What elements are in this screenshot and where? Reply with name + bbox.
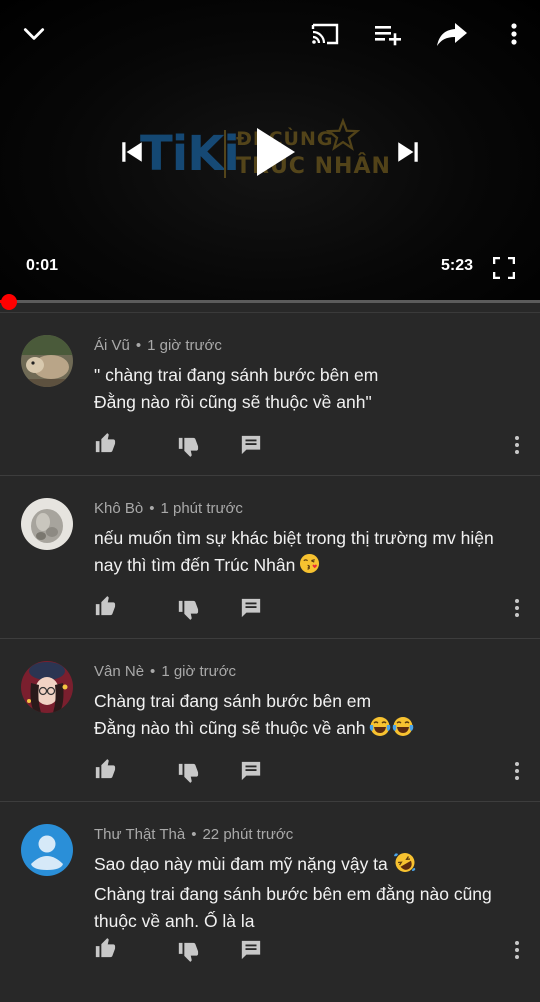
comment-text: Sao dạo này mùi đam mỹ nặng vậy ta Chàng… <box>94 851 524 935</box>
avatar[interactable] <box>21 335 73 387</box>
comment-line: Sao dạo này mùi đam mỹ nặng vậy ta <box>94 854 388 874</box>
comment-line: Chàng trai đang sánh bước bên em đằng nà… <box>94 884 492 904</box>
comment-line: Đằng nào thì cũng sẽ thuộc về anh <box>94 718 366 738</box>
thumb-down-icon[interactable] <box>176 940 200 964</box>
thumb-down-icon[interactable] <box>176 435 200 459</box>
video-player[interactable]: TiKi ĐI CÙNG TRÚC NHÂN 0:01 5:23 <box>0 0 540 302</box>
reply-comment-icon[interactable] <box>239 759 263 783</box>
comments-list: Ái Vũ • 1 giờ trước " chàng trai đang sánh… <box>0 312 540 1002</box>
comment-meta: Thư Thật Thà • 22 phút trước <box>94 826 294 843</box>
kissing-face-emoji <box>299 553 320 582</box>
comment-text: nếu muốn tìm sự khác biệt trong thị trườ… <box>94 525 524 582</box>
star-icon <box>326 118 360 151</box>
cast-icon[interactable] <box>305 14 345 54</box>
comment-time: 1 giờ trước <box>147 337 222 354</box>
tears-of-joy-emoji <box>369 716 391 745</box>
brand-divider <box>224 130 226 178</box>
avatar[interactable] <box>21 498 73 550</box>
play-icon[interactable] <box>246 124 302 180</box>
avatar[interactable] <box>21 824 73 876</box>
comment-line: nếu muốn tìm sự khác biệt trong thị trườ… <box>94 528 494 548</box>
comment-author[interactable]: Vân Nè <box>94 663 144 680</box>
comment-item: Ái Vũ • 1 giờ trước " chàng trai đang sánh… <box>0 313 540 476</box>
chevron-down-icon[interactable] <box>14 14 54 54</box>
rofl-emoji <box>393 852 416 881</box>
video-duration: 5:23 <box>441 257 474 274</box>
reply-comment-icon[interactable] <box>239 938 263 962</box>
skip-next-icon[interactable] <box>392 136 424 168</box>
comment-author[interactable]: Ái Vũ <box>94 337 130 354</box>
comment-text: " chàng trai đang sánh bước bên em Đằng … <box>94 362 524 416</box>
comment-line: Đằng nào rồi cũng sẽ thuộc về anh" <box>94 392 372 412</box>
comment-line: " chàng trai đang sánh bước bên em <box>94 365 379 385</box>
skip-previous-icon[interactable] <box>116 136 148 168</box>
tears-of-joy-emoji <box>392 716 414 745</box>
fullscreen-icon[interactable] <box>490 254 518 282</box>
comment-line: Chàng trai đang sánh bước bên em <box>94 691 372 711</box>
reply-comment-icon[interactable] <box>239 433 263 457</box>
reply-comment-icon[interactable] <box>239 596 263 620</box>
share-icon[interactable] <box>432 14 472 54</box>
comment-author[interactable]: Thư Thật Thà <box>94 826 185 843</box>
comment-line: nay thì tìm đến Trúc Nhân <box>94 555 296 575</box>
more-vert-icon[interactable] <box>505 938 529 962</box>
progress-scrubber[interactable] <box>1 294 17 310</box>
comment-item: Khô Bò • 1 phút trước nếu muốn tìm sự khác… <box>0 476 540 639</box>
playlist-add-icon[interactable] <box>368 14 408 54</box>
thumb-up-icon[interactable] <box>93 936 117 960</box>
comment-time: 22 phút trước <box>202 826 294 843</box>
more-vert-icon[interactable] <box>505 596 529 620</box>
thumb-down-icon[interactable] <box>176 761 200 785</box>
comment-meta: Vân Nè • 1 giờ trước <box>94 663 237 680</box>
thumb-up-icon[interactable] <box>93 757 117 781</box>
comment-meta: Ái Vũ • 1 giờ trước <box>94 337 222 354</box>
comment-author[interactable]: Khô Bò <box>94 500 143 517</box>
more-vert-icon[interactable] <box>505 433 529 457</box>
comment-actions <box>93 757 533 783</box>
comment-line: thuộc về anh. Ố là la <box>94 911 255 931</box>
thumb-down-icon[interactable] <box>176 598 200 622</box>
thumb-up-icon[interactable] <box>93 431 117 455</box>
comment-text: Chàng trai đang sánh bước bên em Đằng nà… <box>94 688 524 745</box>
comment-actions <box>93 594 533 620</box>
more-vert-icon[interactable] <box>494 14 534 54</box>
comment-meta: Khô Bò • 1 phút trước <box>94 500 243 517</box>
progress-bar[interactable] <box>0 300 540 303</box>
thumb-up-icon[interactable] <box>93 594 117 618</box>
comment-item: Thư Thật Thà • 22 phút trước Sao dạo này m… <box>0 802 540 1002</box>
more-vert-icon[interactable] <box>505 759 529 783</box>
comment-actions <box>93 936 533 962</box>
comment-time: 1 phút trước <box>160 500 243 517</box>
comment-actions <box>93 431 533 457</box>
comment-item: Vân Nè • 1 giờ trước Chàng trai đang sánh … <box>0 639 540 802</box>
comment-time: 1 giờ trước <box>161 663 237 680</box>
avatar[interactable] <box>21 661 73 713</box>
current-time: 0:01 <box>26 257 59 274</box>
